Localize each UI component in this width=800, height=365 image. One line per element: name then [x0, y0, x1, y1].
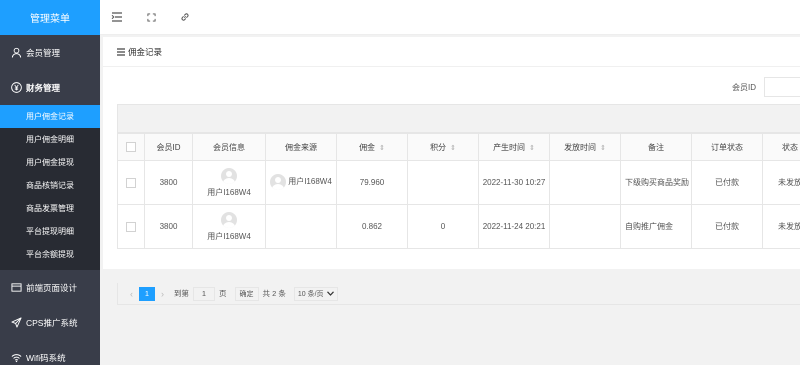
- sidebar-title: 管理菜单: [0, 0, 100, 35]
- chevron-down-icon: [326, 291, 334, 296]
- row-checkbox[interactable]: [126, 221, 136, 232]
- sidebar-group-label: 财务管理: [26, 82, 61, 93]
- cell-remark: 自购推广佣金: [620, 204, 692, 249]
- cell-commission: 79.960: [336, 160, 408, 205]
- yen-icon: [10, 82, 22, 94]
- prev-page-icon[interactable]: ‹: [130, 289, 133, 299]
- card-title: 佣金记录: [128, 46, 163, 57]
- cell-member-info: 用户I168W4: [192, 204, 266, 249]
- sidebar-group-label: 前端页面设计: [26, 282, 78, 293]
- sidebar-group-label: CPS推广系统: [26, 317, 78, 328]
- sidebar-item-platform-withdraw-details[interactable]: 平台提现明细: [0, 220, 100, 243]
- cell-created-time: 2022-11-24 20:21: [478, 204, 550, 249]
- col-remark: 备注: [620, 133, 692, 161]
- sidebar-group-members[interactable]: 会员管理: [0, 35, 100, 70]
- next-page-icon[interactable]: ›: [161, 289, 164, 299]
- card-header: 佣金记录: [103, 37, 800, 67]
- table-toolbar: [117, 104, 800, 133]
- sort-icon: ⇕: [600, 144, 606, 152]
- collapse-menu-icon[interactable]: [100, 0, 134, 35]
- page-button-current[interactable]: 1: [139, 286, 155, 301]
- link-icon[interactable]: [168, 0, 202, 35]
- cell-created-time: 2022-11-30 10:27: [478, 160, 550, 205]
- col-issued-time[interactable]: 发放时间 ⇕: [549, 133, 621, 161]
- finance-submenu: 用户佣金记录 用户佣金明细 用户佣金提现 商品核销记录 商品发票管理 平台提现明…: [0, 105, 100, 270]
- member-id-input[interactable]: [764, 77, 800, 97]
- avatar: [270, 173, 287, 190]
- select-all-checkbox[interactable]: [126, 142, 136, 152]
- commission-table: 会员ID 会员信息 佣金来源 佣金 ⇕ 积分 ⇕ 产生时间 ⇕ 发放时间 ⇕ 备注 订单…: [117, 133, 800, 249]
- sidebar-group-frontend-design[interactable]: 前端页面设计: [0, 270, 100, 305]
- table-row: 3800 用户I168W4 用户I168W4 79.960 2022-11-30…: [117, 160, 800, 205]
- sort-icon: ⇕: [379, 144, 385, 152]
- sidebar-item-platform-balance-withdraw[interactable]: 平台余额提现: [0, 243, 100, 266]
- col-member-info: 会员信息: [192, 133, 266, 161]
- row-select-cell[interactable]: [117, 160, 145, 205]
- member-id-filter: 会员ID: [732, 77, 800, 97]
- sidebar-item-commission-withdraw[interactable]: 用户佣金提现: [0, 151, 100, 174]
- sidebar-item-writeoff-records[interactable]: 商品核销记录: [0, 174, 100, 197]
- sidebar-item-commission-records[interactable]: 用户佣金记录: [0, 105, 100, 128]
- row-select-cell[interactable]: [117, 204, 145, 249]
- sidebar-item-invoice-management[interactable]: 商品发票管理: [0, 197, 100, 220]
- sidebar-group-finance[interactable]: 财务管理: [0, 70, 100, 105]
- cell-points: [407, 160, 479, 205]
- commission-records-card: 佣金记录 会员ID 会员ID 会员信息 佣金来源 佣金 ⇕ 积分 ⇕ 产生时间 ⇕ 发…: [103, 37, 800, 305]
- sort-icon: ⇕: [529, 144, 535, 152]
- cell-member-info: 用户I168W4: [192, 160, 266, 205]
- sidebar-group-label: Wifi码系统: [26, 352, 66, 363]
- fullscreen-icon[interactable]: [134, 0, 168, 35]
- pagination: ‹ 1 › 到第 1 页 确定 共 2 条 10 条/页: [117, 283, 800, 305]
- cell-member-id: 3800: [144, 160, 193, 205]
- col-order-status: 订单状态: [691, 133, 763, 161]
- cell-points: 0: [407, 204, 479, 249]
- avatar: [221, 167, 237, 184]
- sidebar-group-label: 会员管理: [26, 47, 61, 58]
- send-icon: [10, 317, 22, 329]
- col-member-id: 会员ID: [144, 133, 193, 161]
- page-number-input[interactable]: 1: [193, 286, 215, 301]
- cell-order-status: 已付款: [691, 160, 763, 205]
- sidebar-item-commission-details[interactable]: 用户佣金明细: [0, 128, 100, 151]
- sort-icon: ⇕: [450, 144, 456, 152]
- col-points[interactable]: 积分 ⇕: [407, 133, 479, 161]
- col-source: 佣金来源: [265, 133, 337, 161]
- cell-issued-time: [549, 160, 621, 205]
- page-size-value: 10 条/页: [297, 290, 324, 298]
- table-row: 3800 用户I168W4 0.862 0 2022-11-24 20:21 自…: [117, 204, 800, 249]
- goto-confirm-button[interactable]: 确定: [234, 286, 259, 301]
- col-commission[interactable]: 佣金 ⇕: [336, 133, 408, 161]
- cell-order-status: 已付款: [691, 204, 763, 249]
- cell-status: 未发放: [762, 204, 800, 249]
- layout-icon: [10, 282, 22, 294]
- page-unit-label: 页: [219, 289, 227, 298]
- sidebar-group-cps[interactable]: CPS推广系统: [0, 305, 100, 340]
- user-icon: [10, 47, 22, 59]
- sidebar: 管理菜单 会员管理 财务管理 用户佣金记录 用户佣金明细 用户佣金提现 商品核销…: [0, 0, 100, 365]
- col-status: 状态: [762, 133, 800, 161]
- col-created-time[interactable]: 产生时间 ⇕: [478, 133, 550, 161]
- cell-status: 未发放: [762, 160, 800, 205]
- wifi-icon: [10, 352, 22, 364]
- avatar: [221, 211, 237, 228]
- cell-commission: 0.862: [336, 204, 408, 249]
- cell-member-id: 3800: [144, 204, 193, 249]
- cell-source: 用户I168W4: [265, 160, 337, 205]
- top-bar: [100, 0, 800, 35]
- cell-issued-time: [549, 204, 621, 249]
- total-count: 共 2 条: [262, 289, 286, 298]
- row-checkbox[interactable]: [126, 177, 136, 188]
- page-size-select[interactable]: 10 条/页: [293, 286, 338, 301]
- sidebar-group-wifi[interactable]: Wifi码系统: [0, 340, 100, 365]
- table-header-row: 会员ID 会员信息 佣金来源 佣金 ⇕ 积分 ⇕ 产生时间 ⇕ 发放时间 ⇕ 备注 订单…: [117, 133, 800, 161]
- cell-remark: 下级购买商品奖励: [620, 160, 692, 205]
- goto-label: 到第: [174, 289, 189, 298]
- cell-source: [265, 204, 337, 249]
- member-id-label: 会员ID: [732, 82, 756, 92]
- list-icon: [117, 47, 125, 56]
- select-all-cell[interactable]: [117, 133, 145, 161]
